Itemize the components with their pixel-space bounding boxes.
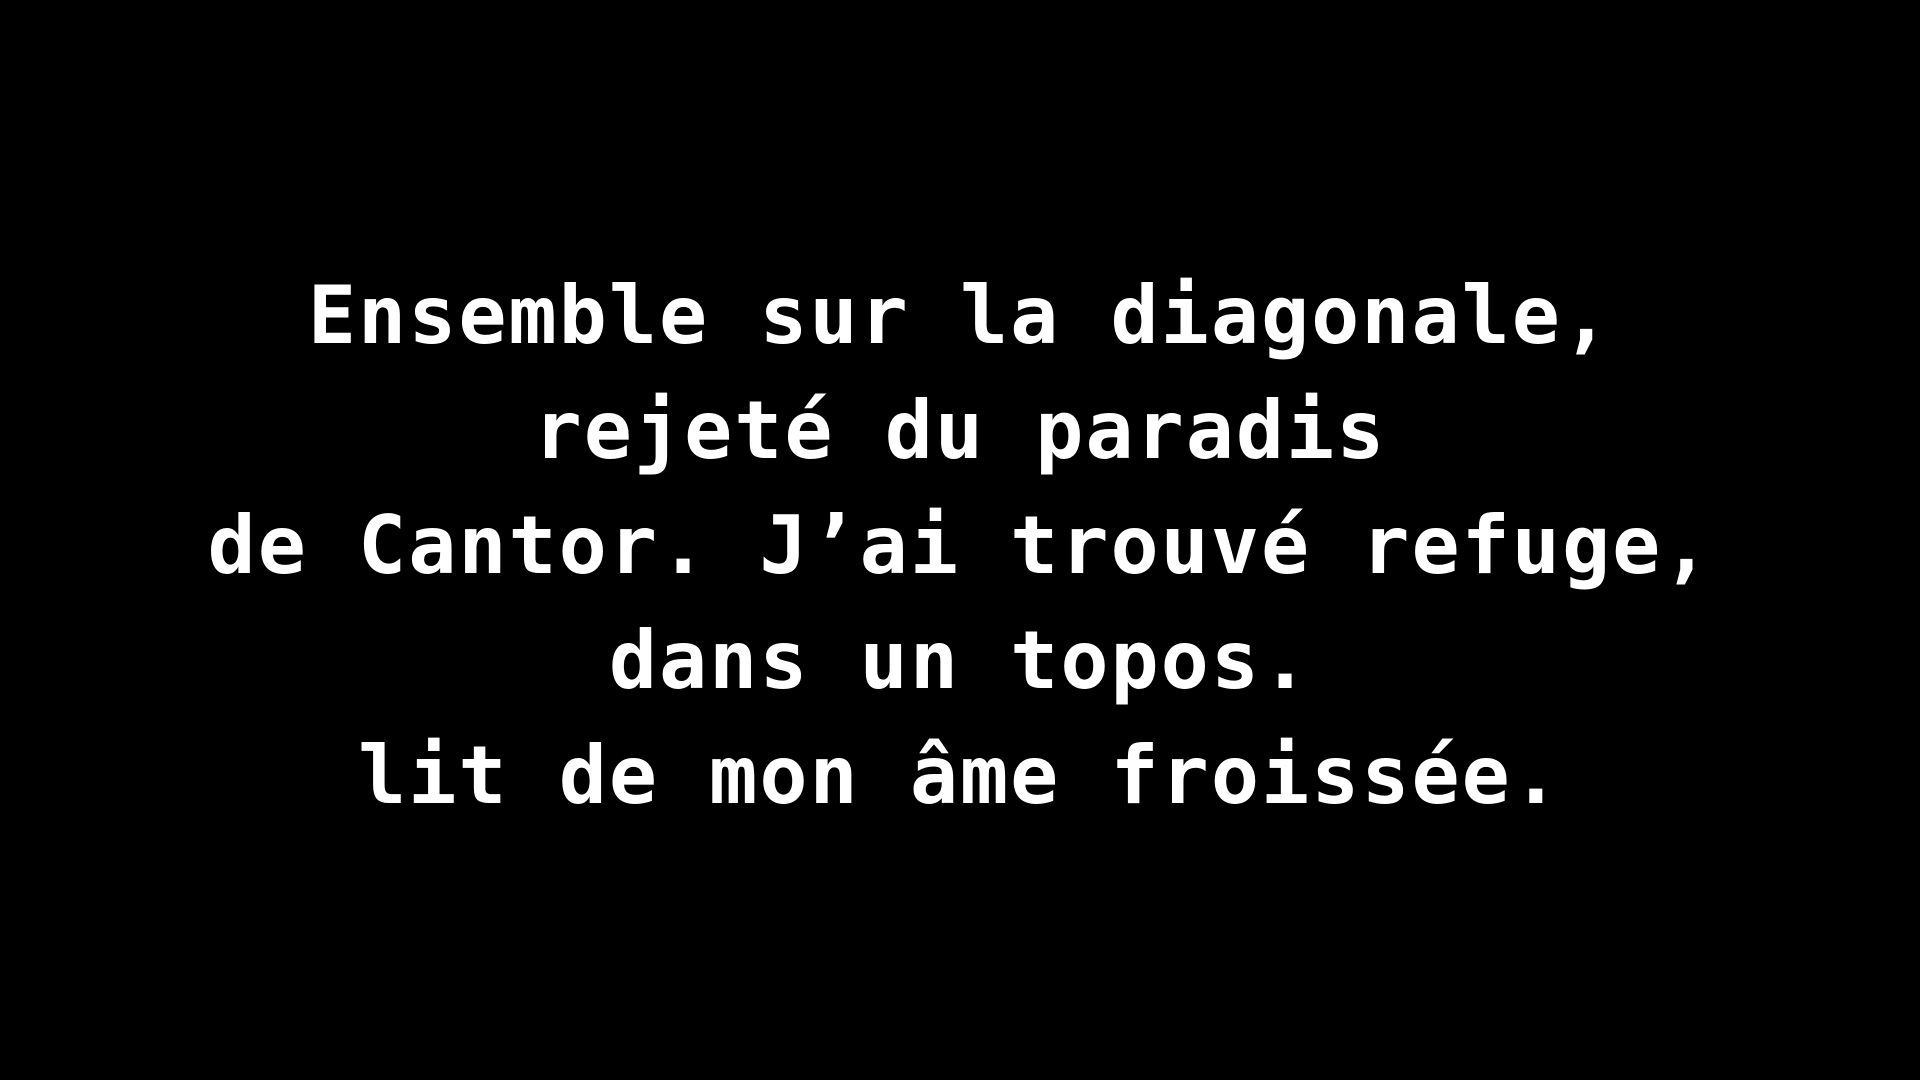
poem-line-3: de Cantor. J’ai trouvé refuge, xyxy=(207,499,1713,592)
poem-line-2: rejeté du paradis xyxy=(533,384,1387,477)
slide: Ensemble sur la diagonale, rejeté du par… xyxy=(0,0,1920,1080)
poem-line-5: lit de mon âme froissée. xyxy=(358,729,1562,822)
poem-text: Ensemble sur la diagonale, rejeté du par… xyxy=(0,258,1920,833)
poem-line-4: dans un topos. xyxy=(608,614,1312,707)
poem-line-1: Ensemble sur la diagonale, xyxy=(307,269,1613,362)
